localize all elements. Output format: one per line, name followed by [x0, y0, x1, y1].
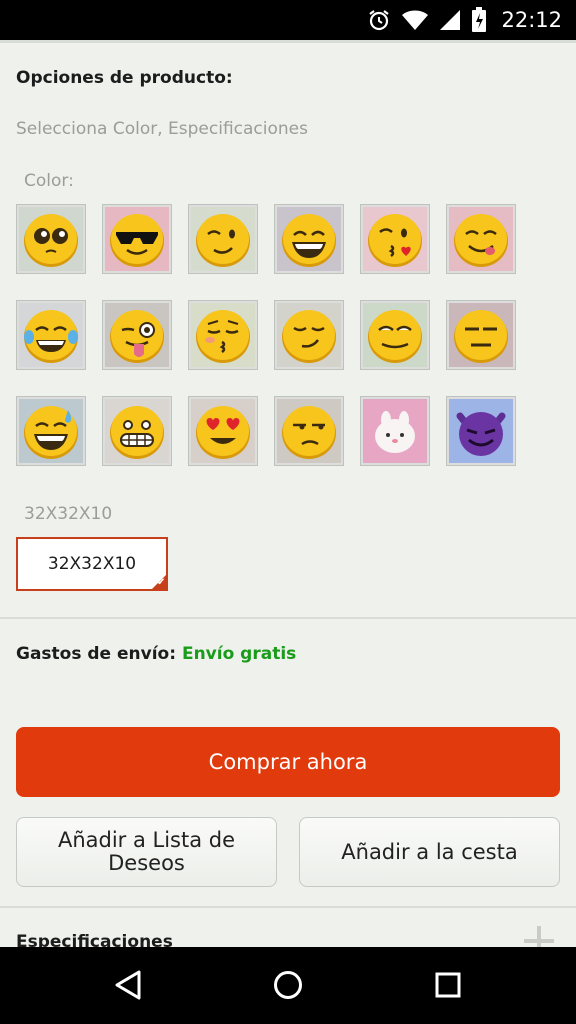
size-option-label: 32X32X10 [47, 554, 137, 574]
shipping-value: Envío gratis [181, 644, 297, 664]
selected-check-icon: ✔ [150, 573, 168, 591]
unamused-emoji-icon [277, 399, 341, 463]
divider [0, 906, 576, 908]
sunglasses-emoji-icon [105, 207, 169, 271]
kiss-blush-emoji-icon [191, 303, 255, 367]
size-option-selected[interactable]: 32X32X10 ✔ [16, 537, 168, 591]
purple-devil-emoji-icon [449, 399, 513, 463]
signal-icon [439, 8, 461, 32]
add-to-wishlist-button[interactable]: Añadir a Lista de Deseos [16, 817, 277, 887]
shipping-info: Gastos de envío: Envío gratis [16, 644, 296, 664]
expressionless-emoji-icon [449, 303, 513, 367]
color-swatch-tongue-wink[interactable] [102, 300, 172, 370]
color-swatch-grin[interactable] [274, 204, 344, 274]
color-swatch-wink[interactable] [188, 204, 258, 274]
grin-emoji-icon [277, 207, 341, 271]
color-swatch-pleading[interactable] [16, 204, 86, 274]
divider [0, 617, 576, 619]
color-swatch-tears-of-joy[interactable] [16, 300, 86, 370]
wink-emoji-icon [191, 207, 255, 271]
color-swatch-smirk[interactable] [274, 300, 344, 370]
color-swatch-kiss-blush[interactable] [188, 300, 258, 370]
color-swatch-white-bunny[interactable] [360, 396, 430, 466]
color-swatch-sweat-smile[interactable] [16, 396, 86, 466]
smirk-emoji-icon [277, 303, 341, 367]
top-divider [0, 40, 576, 43]
white-bunny-emoji-icon [363, 399, 427, 463]
kiss-emoji-icon [363, 207, 427, 271]
select-hint: Selecciona Color, Especificaciones [16, 119, 308, 139]
navigation-bar [0, 947, 576, 1024]
color-swatch-purple-devil[interactable] [446, 396, 516, 466]
color-swatch-grimace[interactable] [102, 396, 172, 466]
color-swatch-kiss[interactable] [360, 204, 430, 274]
pleading-emoji-icon [19, 207, 83, 271]
wifi-icon [401, 8, 429, 32]
battery-icon [471, 7, 487, 33]
sweat-smile-emoji-icon [19, 399, 83, 463]
color-label: Color: [24, 171, 74, 191]
expand-plus-icon[interactable] [524, 926, 554, 947]
home-icon[interactable] [268, 965, 308, 1005]
grimace-emoji-icon [105, 399, 169, 463]
tongue-wink-emoji-icon [105, 303, 169, 367]
tears-of-joy-emoji-icon [19, 303, 83, 367]
color-swatch-squint-smirk[interactable] [360, 300, 430, 370]
color-swatch-expressionless[interactable] [446, 300, 516, 370]
color-swatch-heart-eyes[interactable] [188, 396, 258, 466]
color-swatch-unamused[interactable] [274, 396, 344, 466]
buy-now-button[interactable]: Comprar ahora [16, 727, 560, 797]
status-bar: 22:12 [0, 0, 576, 40]
color-swatch-yum[interactable] [446, 204, 516, 274]
yum-emoji-icon [449, 207, 513, 271]
recents-icon[interactable] [428, 965, 468, 1005]
size-label: 32X32X10 [24, 504, 113, 524]
back-icon[interactable] [108, 965, 148, 1005]
product-options-title: Opciones de producto: [16, 68, 233, 88]
add-to-cart-button[interactable]: Añadir a la cesta [299, 817, 560, 887]
specifications-header[interactable]: Especificaciones [16, 932, 173, 947]
color-swatch-sunglasses[interactable] [102, 204, 172, 274]
shipping-label: Gastos de envío: [16, 644, 177, 664]
heart-eyes-emoji-icon [191, 399, 255, 463]
clock: 22:12 [501, 8, 562, 32]
alarm-icon [367, 8, 391, 32]
squint-smirk-emoji-icon [363, 303, 427, 367]
product-options-panel: Opciones de producto: Selecciona Color, … [0, 40, 576, 947]
